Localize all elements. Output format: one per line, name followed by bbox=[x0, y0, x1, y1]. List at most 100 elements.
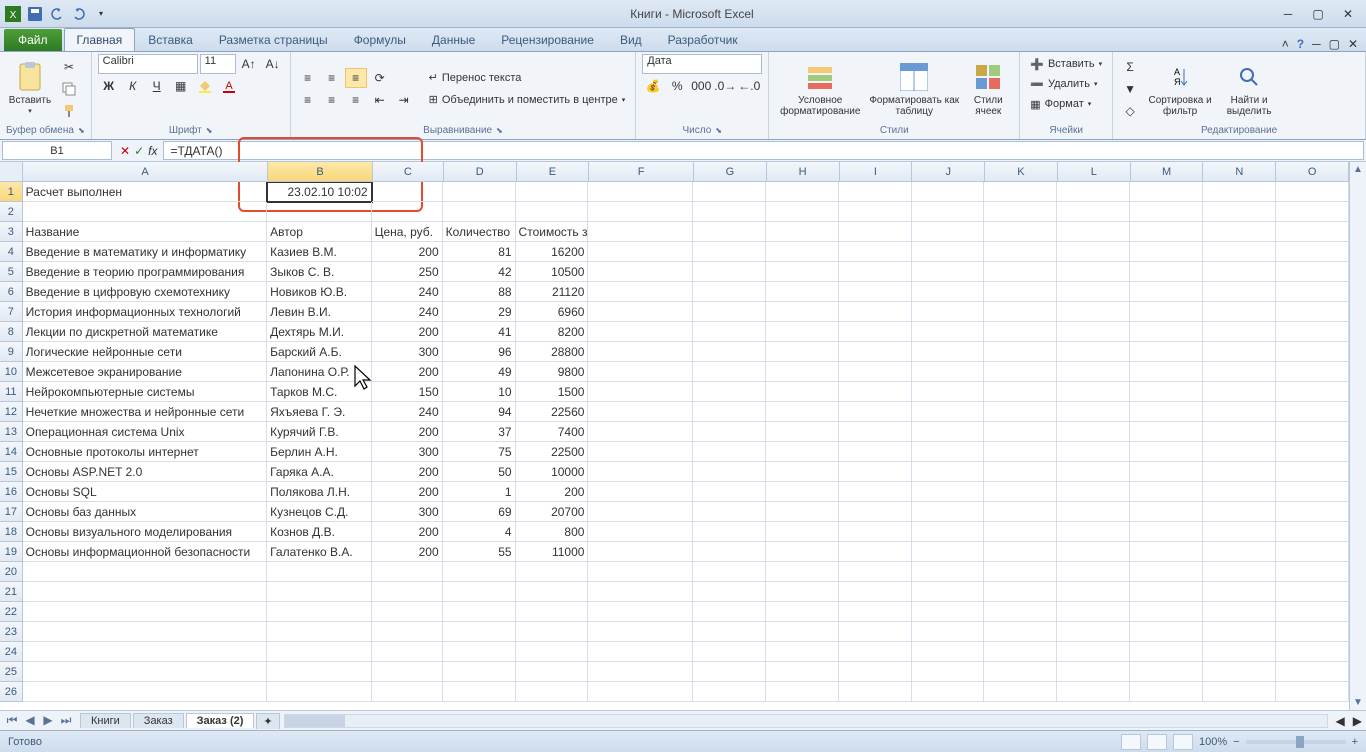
cell[interactable] bbox=[839, 182, 912, 202]
align-middle-icon[interactable]: ≡ bbox=[321, 68, 343, 88]
cell[interactable]: Полякова Л.Н. bbox=[267, 482, 371, 502]
row-header[interactable]: 11 bbox=[0, 382, 23, 402]
cell[interactable] bbox=[693, 562, 766, 582]
cell[interactable] bbox=[516, 602, 589, 622]
row-header[interactable]: 20 bbox=[0, 562, 23, 582]
cell[interactable] bbox=[23, 662, 267, 682]
cell[interactable]: Гаряка А.А. bbox=[267, 462, 371, 482]
tab-вставка[interactable]: Вставка bbox=[135, 28, 206, 51]
cell[interactable] bbox=[267, 602, 371, 622]
cell[interactable] bbox=[1130, 662, 1203, 682]
new-sheet-button[interactable]: ✦ bbox=[256, 713, 279, 729]
sheet-tab[interactable]: Книги bbox=[80, 713, 131, 728]
cell[interactable]: 200 bbox=[372, 242, 443, 262]
tab-вид[interactable]: Вид bbox=[607, 28, 655, 51]
cell[interactable]: Цена, руб. bbox=[372, 222, 443, 242]
row-header[interactable]: 22 bbox=[0, 602, 23, 622]
cell[interactable] bbox=[1130, 282, 1203, 302]
cell[interactable] bbox=[839, 362, 912, 382]
cell[interactable] bbox=[1276, 662, 1349, 682]
font-size-select[interactable]: 11 bbox=[200, 54, 236, 74]
doc-minimize-icon[interactable]: ─ bbox=[1312, 37, 1321, 51]
fill-color-icon[interactable] bbox=[194, 76, 216, 96]
cell[interactable] bbox=[1057, 582, 1130, 602]
select-all-corner[interactable] bbox=[0, 162, 23, 182]
tab-главная[interactable]: Главная bbox=[64, 28, 136, 51]
cell[interactable] bbox=[588, 242, 692, 262]
cell[interactable] bbox=[766, 462, 839, 482]
cell[interactable] bbox=[1203, 442, 1276, 462]
number-format-select[interactable]: Дата bbox=[642, 54, 762, 74]
cell[interactable] bbox=[1276, 422, 1349, 442]
cell[interactable] bbox=[1276, 242, 1349, 262]
cell[interactable] bbox=[588, 482, 692, 502]
row-header[interactable]: 21 bbox=[0, 582, 23, 602]
cell[interactable]: 11000 bbox=[516, 542, 589, 562]
cell[interactable] bbox=[1203, 362, 1276, 382]
cell[interactable] bbox=[443, 622, 516, 642]
cell[interactable] bbox=[1203, 582, 1276, 602]
cell[interactable] bbox=[1276, 382, 1349, 402]
cell[interactable]: Нечеткие множества и нейронные сети bbox=[23, 402, 267, 422]
file-tab[interactable]: Файл bbox=[4, 29, 62, 51]
cell[interactable]: 16200 bbox=[516, 242, 589, 262]
sheet-nav-next-icon[interactable]: ▶ bbox=[40, 713, 56, 728]
row-header[interactable]: 6 bbox=[0, 282, 23, 302]
cell[interactable] bbox=[588, 542, 692, 562]
cell[interactable]: 250 bbox=[372, 262, 443, 282]
cell[interactable] bbox=[766, 362, 839, 382]
col-header-O[interactable]: O bbox=[1276, 162, 1349, 182]
horizontal-scrollbar[interactable] bbox=[284, 714, 1328, 728]
clear-icon[interactable]: ◇ bbox=[1119, 101, 1141, 121]
cell[interactable] bbox=[766, 342, 839, 362]
save-icon[interactable] bbox=[26, 5, 44, 23]
cell[interactable] bbox=[1130, 462, 1203, 482]
cell[interactable] bbox=[766, 302, 839, 322]
doc-restore-icon[interactable]: ▢ bbox=[1329, 37, 1340, 51]
cell[interactable] bbox=[588, 602, 692, 622]
cell[interactable] bbox=[1057, 542, 1130, 562]
cell[interactable]: 28800 bbox=[516, 342, 589, 362]
cell[interactable] bbox=[1130, 642, 1203, 662]
cell[interactable]: 37 bbox=[443, 422, 516, 442]
fill-icon[interactable]: ▼ bbox=[1119, 79, 1141, 99]
cell[interactable] bbox=[372, 682, 443, 702]
cell[interactable]: Тарков М.С. bbox=[267, 382, 371, 402]
cell[interactable] bbox=[839, 262, 912, 282]
row-header[interactable]: 19 bbox=[0, 542, 23, 562]
cell[interactable] bbox=[588, 302, 692, 322]
cell[interactable] bbox=[372, 602, 443, 622]
cell[interactable] bbox=[839, 282, 912, 302]
indent-increase-icon[interactable]: ⇥ bbox=[393, 90, 415, 110]
align-top-icon[interactable]: ≡ bbox=[297, 68, 319, 88]
cell[interactable] bbox=[1203, 402, 1276, 422]
bold-icon[interactable]: Ж bbox=[98, 76, 120, 96]
autosum-icon[interactable]: Σ bbox=[1119, 57, 1141, 77]
cell[interactable] bbox=[766, 202, 839, 222]
font-expand-icon[interactable]: ⬊ bbox=[206, 126, 213, 135]
cell[interactable] bbox=[912, 542, 985, 562]
cell[interactable] bbox=[839, 342, 912, 362]
merge-center-button[interactable]: ⊞Объединить и поместить в центре▾ bbox=[425, 90, 630, 110]
col-header-C[interactable]: C bbox=[373, 162, 444, 182]
cell[interactable]: 88 bbox=[443, 282, 516, 302]
formula-input[interactable]: =ТДАТА() bbox=[163, 141, 1364, 160]
cell[interactable] bbox=[912, 242, 985, 262]
cell[interactable] bbox=[766, 602, 839, 622]
cell[interactable]: Стоимость заказа bbox=[516, 222, 589, 242]
cell[interactable]: 29 bbox=[443, 302, 516, 322]
cell[interactable] bbox=[372, 622, 443, 642]
align-left-icon[interactable]: ≡ bbox=[297, 90, 319, 110]
cell[interactable] bbox=[693, 502, 766, 522]
cell[interactable] bbox=[443, 582, 516, 602]
cell[interactable] bbox=[912, 382, 985, 402]
cell[interactable] bbox=[1276, 282, 1349, 302]
cell[interactable] bbox=[1130, 342, 1203, 362]
cell[interactable]: 200 bbox=[372, 362, 443, 382]
name-box[interactable]: B1 bbox=[2, 141, 112, 160]
cell[interactable] bbox=[1057, 462, 1130, 482]
cell[interactable] bbox=[1276, 342, 1349, 362]
scroll-up-icon[interactable]: ▲ bbox=[1353, 164, 1363, 175]
cell[interactable] bbox=[1203, 602, 1276, 622]
cell[interactable] bbox=[443, 562, 516, 582]
